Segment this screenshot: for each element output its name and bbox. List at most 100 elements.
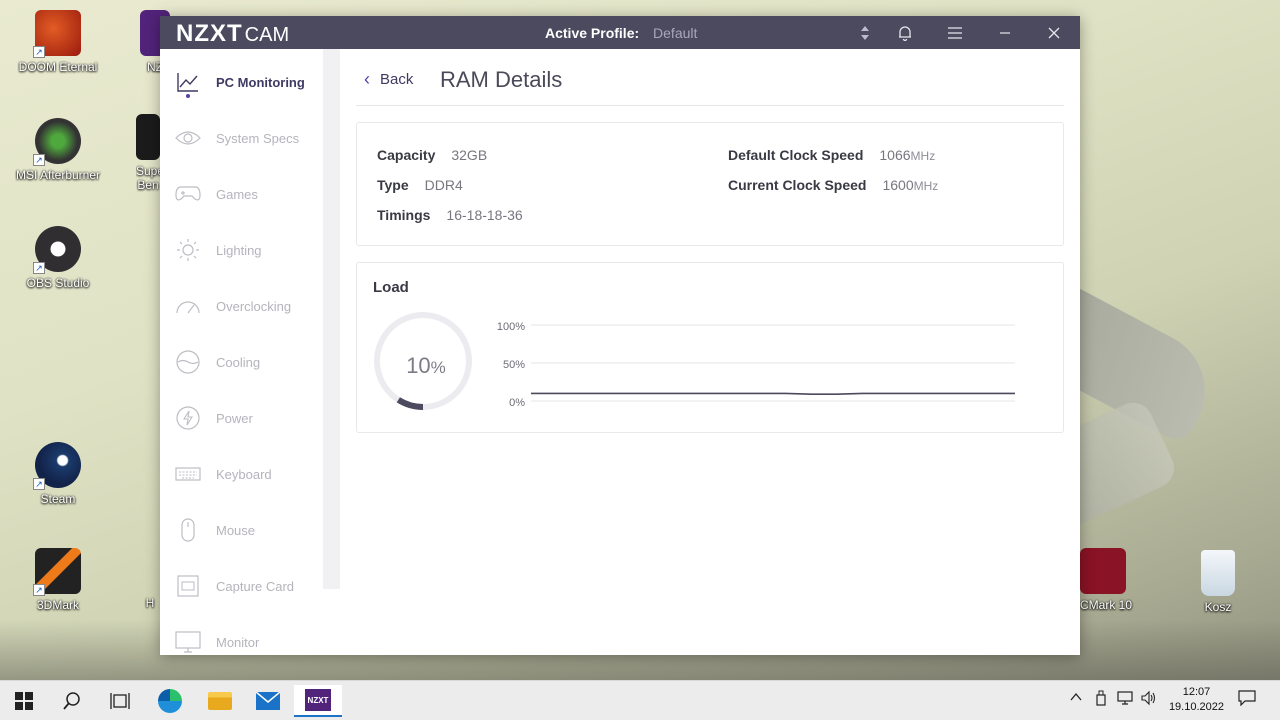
taskbar-clock[interactable]: 12:07 19.10.2022 — [1169, 685, 1224, 715]
sidebar-item-overclocking[interactable]: Overclocking — [160, 278, 320, 334]
search-button[interactable] — [48, 685, 96, 717]
sidebar-item-pc-monitoring[interactable]: PC Monitoring — [160, 54, 320, 110]
sidebar: PC Monitoring System Specs Games Lightin… — [160, 49, 340, 655]
sidebar-item-system-specs[interactable]: System Specs — [160, 110, 320, 166]
profile-sort-button[interactable] — [845, 16, 885, 49]
keyboard-icon — [174, 460, 202, 488]
desktop-icon-steam[interactable]: ↗ Steam — [10, 442, 106, 506]
page-title: RAM Details — [440, 67, 563, 92]
sidebar-item-mouse[interactable]: Mouse — [160, 502, 320, 558]
bolt-icon — [174, 404, 202, 432]
recycle-bin-icon — [1201, 550, 1235, 596]
taskbar: NZXT 12:07 19.10.2022 — [0, 680, 1280, 720]
y-tick-0: 0% — [509, 397, 525, 409]
menu-button[interactable] — [935, 16, 975, 49]
y-tick-50: 50% — [502, 359, 525, 371]
load-title: Load — [373, 279, 409, 296]
chevron-left-icon: ‹ — [364, 69, 370, 89]
active-indicator — [186, 94, 190, 98]
active-profile-value[interactable]: Default — [653, 25, 697, 41]
edge-button[interactable] — [146, 685, 194, 717]
usb-icon[interactable] — [1094, 690, 1108, 709]
load-chart — [531, 324, 1015, 402]
desktop-icon-3dmark[interactable]: ↗ 3DMark — [10, 548, 106, 612]
chevron-up-icon[interactable] — [1069, 690, 1083, 707]
mail-icon — [256, 692, 280, 710]
notifications-button[interactable] — [885, 16, 925, 49]
load-series-line — [531, 392, 1015, 395]
current-clock-row: Current Clock Speed 1600 MHz — [728, 177, 939, 193]
desktop-icon-recycle-bin[interactable]: Kosz — [1170, 550, 1266, 614]
monitor-icon — [174, 628, 202, 656]
superposition-icon — [136, 114, 160, 160]
title-bar: NZXT CAM Active Profile: Default — [160, 16, 1080, 49]
active-profile[interactable]: Active Profile: Default — [545, 25, 697, 41]
desktop-icon-h[interactable]: H — [140, 568, 160, 610]
task-view-icon — [110, 693, 130, 709]
page-header: ‹ Back RAM Details — [356, 49, 1064, 106]
sidebar-scrollbar[interactable] — [323, 49, 340, 589]
minimize-icon — [1000, 31, 1010, 34]
search-icon — [63, 692, 80, 710]
nzxt-cam-window: NZXT CAM Active Profile: Default PC Monit… — [160, 16, 1080, 655]
nzxt-cam-icon: NZXT — [305, 689, 331, 711]
specs-card: Capacity 32GB Type DDR4 Timings 16-18-18… — [356, 122, 1064, 246]
start-button[interactable] — [0, 685, 48, 717]
volume-icon[interactable] — [1141, 690, 1157, 709]
pcmark-icon — [1080, 548, 1126, 594]
notifications-icon[interactable] — [1238, 690, 1256, 709]
minimize-button[interactable] — [985, 16, 1025, 49]
close-icon — [1048, 27, 1060, 38]
edge-icon — [158, 689, 182, 713]
clock-time: 12:07 — [1182, 686, 1211, 698]
desktop-icon-doom[interactable]: ↗ DOOM Eternal — [10, 10, 106, 74]
main-content: ‹ Back RAM Details Capacity 32GB Type DD… — [356, 49, 1064, 655]
sidebar-item-games[interactable]: Games — [160, 166, 320, 222]
file-explorer-button[interactable] — [196, 685, 244, 717]
network-icon[interactable] — [1117, 690, 1133, 709]
3dmark-icon: ↗ — [33, 548, 81, 596]
load-gauge-fill — [396, 397, 424, 410]
active-profile-label: Active Profile: — [545, 25, 640, 41]
gamepad-icon — [174, 180, 202, 208]
msi-afterburner-icon: ↗ — [33, 118, 81, 166]
capacity-row: Capacity 32GB — [377, 147, 488, 163]
sidebar-item-capture-card[interactable]: Capture Card — [160, 558, 320, 614]
default-clock-row: Default Clock Speed 1066 MHz — [728, 147, 936, 163]
partial-icon — [140, 568, 160, 592]
load-card: Load 10% 100% 50% 0% — [356, 262, 1064, 433]
close-button[interactable] — [1034, 16, 1074, 49]
sidebar-item-keyboard[interactable]: Keyboard — [160, 446, 320, 502]
type-row: Type DDR4 — [377, 177, 463, 193]
bell-icon — [899, 25, 911, 41]
mail-button[interactable] — [244, 685, 292, 717]
sun-icon — [174, 236, 202, 264]
load-value: 10% — [406, 353, 446, 378]
doom-icon: ↗ — [33, 10, 81, 58]
eye-icon — [174, 124, 202, 152]
speedometer-icon — [174, 292, 202, 320]
sidebar-item-monitor[interactable]: Monitor — [160, 614, 320, 670]
fan-icon — [174, 348, 202, 376]
y-tick-100: 100% — [496, 321, 525, 333]
windows-start-icon — [15, 692, 33, 710]
steam-icon: ↗ — [33, 442, 81, 490]
sidebar-item-lighting[interactable]: Lighting — [160, 222, 320, 278]
mouse-icon — [174, 516, 202, 544]
desktop-icon-msi-afterburner[interactable]: ↗ MSI Afterburner — [10, 118, 106, 182]
desktop-icon-pcmark[interactable]: CMark 10 — [1080, 548, 1140, 612]
desktop-icon-superposition[interactable]: Super Ben — [136, 114, 160, 192]
sort-icon — [861, 25, 869, 40]
nzxt-cam-logo: NZXT CAM — [176, 20, 290, 47]
desktop-icon-obs[interactable]: ↗ OBS Studio — [10, 226, 106, 290]
timings-row: Timings 16-18-18-36 — [377, 207, 523, 223]
sidebar-item-cooling[interactable]: Cooling — [160, 334, 320, 390]
obs-icon: ↗ — [33, 226, 81, 274]
clock-date: 19.10.2022 — [1168, 701, 1224, 713]
sidebar-item-power[interactable]: Power — [160, 390, 320, 446]
back-button[interactable]: ‹ Back — [364, 69, 413, 90]
chart-line-icon — [174, 68, 202, 96]
file-explorer-icon — [208, 692, 232, 710]
nzxt-cam-taskbar-button[interactable]: NZXT — [294, 685, 342, 717]
task-view-button[interactable] — [96, 685, 144, 717]
